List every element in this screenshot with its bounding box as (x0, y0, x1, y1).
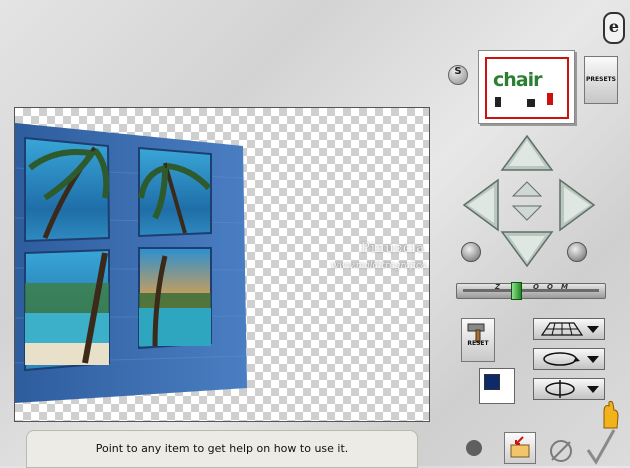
ok-checkmark-icon[interactable] (584, 426, 618, 466)
chevron-down-icon (587, 386, 599, 393)
perspective-dropdown[interactable] (533, 318, 605, 340)
arrow-up-button[interactable] (500, 134, 554, 174)
eye-candy-logo-icon[interactable]: e (603, 12, 625, 44)
rotation-dropdown[interactable] (533, 348, 605, 370)
zoom-thumb[interactable] (510, 282, 522, 300)
preview-canvas[interactable]: Pinuccia www.malditregrafica.eu (14, 107, 430, 422)
help-status-bar: Point to any item to get help on how to … (26, 430, 418, 468)
folder-icon (510, 436, 530, 458)
chevron-down-icon (587, 326, 599, 333)
grid-plane-icon (540, 322, 584, 336)
watermark-title: Pinuccia (361, 241, 426, 256)
move-back-button[interactable] (511, 202, 543, 222)
rotate-left-icon[interactable] (461, 242, 481, 262)
preview-word: chair (493, 69, 542, 91)
rotate-right-icon[interactable] (567, 242, 587, 262)
reset-button[interactable]: RESET (461, 318, 495, 362)
zoom-letter: O (533, 283, 539, 291)
zoom-letter: M (561, 283, 568, 291)
preset-preview-thumbnail[interactable]: chair (478, 50, 575, 124)
spin-dropdown[interactable] (533, 378, 605, 400)
open-file-button[interactable] (504, 432, 536, 464)
watermark-url: www.malditregrafica.eu (331, 261, 430, 271)
move-forward-button[interactable] (511, 180, 543, 200)
color-swatch-button[interactable] (479, 368, 515, 404)
reset-label: RESET (467, 340, 489, 347)
rotate-loop-icon (543, 352, 580, 366)
chevron-down-icon (587, 356, 599, 363)
cancel-icon[interactable] (546, 436, 576, 466)
zoom-letter: O (547, 283, 553, 291)
arrow-right-button[interactable] (556, 178, 596, 232)
zoom-slider[interactable]: Z O O M (456, 282, 606, 300)
s-button[interactable]: S (448, 65, 468, 85)
zoom-letter: Z (495, 283, 501, 291)
spin-axis-icon (545, 380, 575, 398)
color-swatch (484, 374, 500, 390)
zoom-groove (463, 289, 599, 292)
preview-frame: chair (485, 57, 569, 119)
grid-toggle-icon[interactable] (466, 440, 482, 456)
arrow-down-button[interactable] (500, 228, 554, 268)
presets-button[interactable]: PRESETS (584, 56, 618, 104)
arrow-left-button[interactable] (462, 178, 502, 232)
